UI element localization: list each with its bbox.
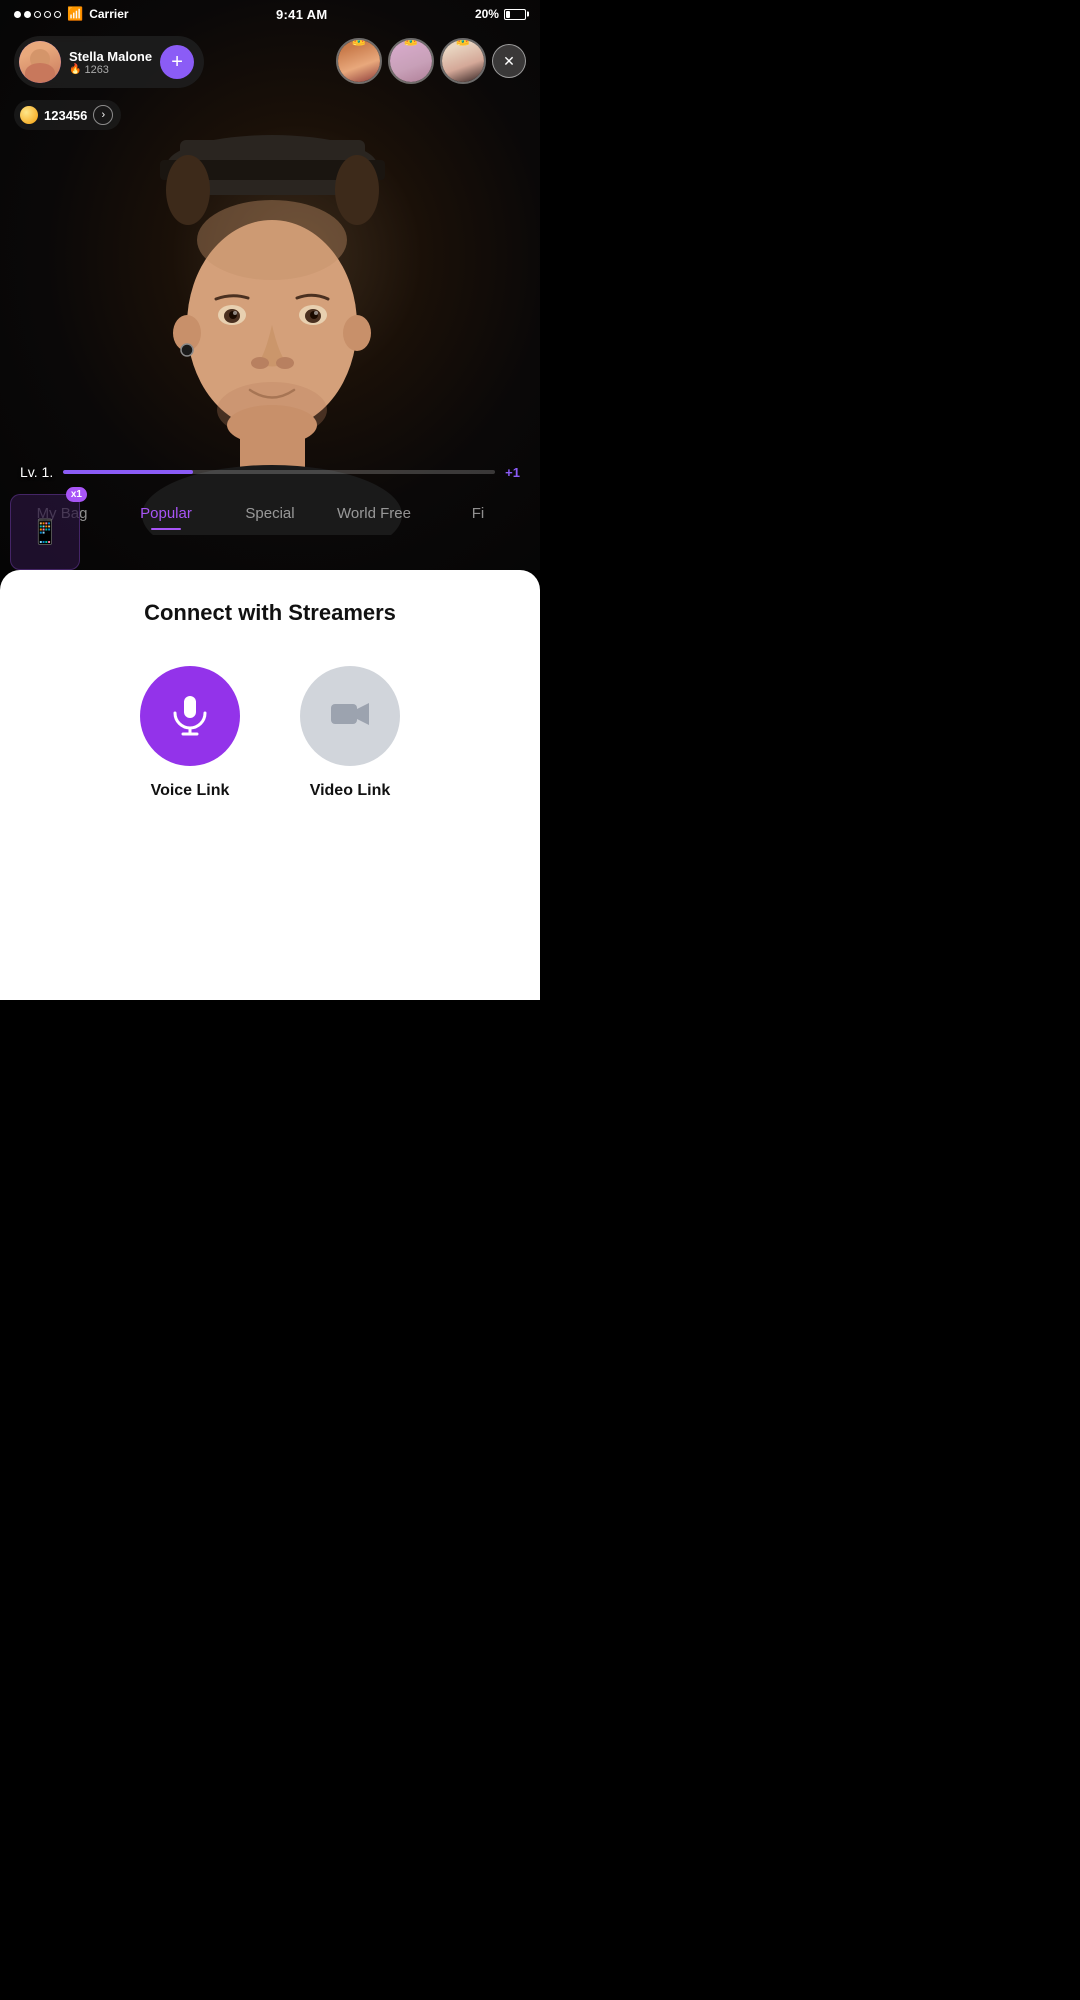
gift-item-1[interactable]: x1 📱 [10, 494, 80, 570]
category-tabs: My Bag Popular Special World Free Fi [0, 497, 540, 530]
gift-emoji-1: 📱 [30, 518, 60, 547]
audience-avatar-3[interactable]: 👑 [440, 38, 486, 84]
user-name: Stella Malone [69, 49, 152, 64]
signal-dot-2 [24, 11, 31, 18]
add-follow-button[interactable]: + [160, 45, 194, 79]
user-avatar [19, 41, 61, 83]
level-plus: +1 [505, 465, 520, 480]
coin-arrow-icon[interactable]: › [93, 105, 113, 125]
level-label: Lv. 1. [20, 464, 53, 480]
audience-avatar-1[interactable]: 👑 [336, 38, 382, 84]
crown-icon-1: 👑 [350, 38, 367, 47]
user-level: 🔥 1263 [69, 64, 152, 76]
battery-percent: 20% [475, 7, 499, 21]
signal-icon [14, 11, 61, 18]
wifi-icon: 📶 [67, 6, 83, 22]
panel-title: Connect with Streamers [144, 600, 396, 626]
level-bar-container: Lv. 1. +1 [0, 464, 540, 480]
bottom-panel: Connect with Streamers Voice Link [0, 570, 540, 1000]
signal-dot-4 [44, 11, 51, 18]
tab-popular[interactable]: Popular [114, 497, 218, 530]
user-level-value: 1263 [84, 64, 108, 76]
coins-bar[interactable]: 123456 › [14, 100, 121, 130]
avatar-face [19, 41, 61, 83]
signal-dot-1 [14, 11, 21, 18]
video-link-group: Video Link [300, 666, 400, 800]
battery-fill [506, 11, 511, 18]
user-card-inner: Stella Malone 🔥 1263 + [14, 36, 204, 88]
close-audience-button[interactable]: ✕ [492, 44, 526, 78]
video-link-button[interactable] [300, 666, 400, 766]
video-camera-icon [327, 691, 373, 742]
status-left: 📶 Carrier [14, 6, 129, 22]
coin-count: 123456 [44, 108, 87, 123]
user-card: Stella Malone 🔥 1263 + [14, 36, 204, 88]
crown-icon-2: 👑 [402, 38, 419, 47]
voice-link-label: Voice Link [151, 782, 230, 800]
status-time: 9:41 AM [276, 7, 327, 22]
status-bar: 📶 Carrier 9:41 AM 20% [0, 0, 540, 28]
signal-dot-5 [54, 11, 61, 18]
tab-special[interactable]: Special [218, 497, 322, 530]
gift-badge-1: x1 [66, 487, 87, 502]
crown-icon-3: 👑 [454, 38, 471, 47]
battery-icon [504, 9, 526, 20]
level-track [63, 470, 495, 474]
level-fill [63, 470, 193, 474]
voice-link-group: Voice Link [140, 666, 240, 800]
tab-fi[interactable]: Fi [426, 497, 530, 530]
microphone-icon [167, 691, 213, 742]
connect-buttons: Voice Link Video Link [20, 666, 520, 800]
tab-world-free[interactable]: World Free [322, 497, 426, 530]
coin-icon [20, 106, 38, 124]
status-right: 20% [475, 7, 526, 21]
video-overlay: Stella Malone 🔥 1263 + 👑 👑 👑 ✕ 123456 [0, 0, 540, 570]
video-link-label: Video Link [310, 782, 391, 800]
carrier-label: Carrier [89, 7, 128, 21]
user-info: Stella Malone 🔥 1263 [69, 49, 152, 76]
audience-avatar-2[interactable]: 👑 [388, 38, 434, 84]
gifts-row: x1 📱 [0, 530, 540, 570]
signal-dot-3 [34, 11, 41, 18]
audience-row: 👑 👑 👑 ✕ [336, 38, 526, 84]
voice-link-button[interactable] [140, 666, 240, 766]
flame-icon: 🔥 [69, 64, 81, 75]
